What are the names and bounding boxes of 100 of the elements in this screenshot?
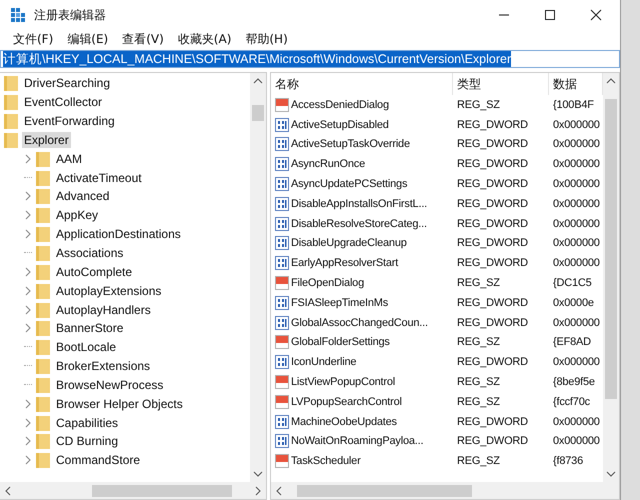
value-name[interactable]: TaskScheduler [291, 455, 361, 468]
value-name[interactable]: EarlyAppResolverStart [291, 257, 398, 270]
value-type: REG_DWORD [456, 416, 529, 428]
value-name[interactable]: GlobalFolderSettings [291, 336, 390, 348]
scrollbar[interactable] [603, 73, 619, 482]
binary-value-icon [275, 434, 289, 448]
horizontal-scrollbar[interactable] [271, 482, 619, 499]
value-data: {EF8AD [552, 336, 592, 348]
tree-item[interactable]: ApplicationDestinations [54, 226, 183, 242]
value-name[interactable]: AccessDeniedDialog [291, 98, 389, 111]
folder-icon [36, 376, 50, 393]
tree-item[interactable]: AAM [54, 150, 84, 167]
scroll-thumb[interactable] [92, 484, 232, 496]
tree-item[interactable]: BootLocale [54, 339, 118, 356]
address-field[interactable]: 计算机\HKEY_LOCAL_MACHINE\SOFTWARE\Microsoft\Windows\CurrentVersion\Explorer [0, 50, 620, 68]
value-name[interactable]: ListViewPopupControl [291, 376, 396, 388]
tree-item[interactable]: Explorer [22, 132, 71, 148]
close-icon[interactable] [590, 9, 602, 21]
value-name[interactable]: IconUnderline [291, 356, 356, 368]
string-value-icon [275, 394, 289, 409]
tree-item[interactable]: Browser Helper Objects [54, 396, 185, 412]
column-header[interactable]: 名称 [271, 73, 453, 95]
scroll-left-icon[interactable] [4, 486, 12, 496]
string-value-icon [275, 276, 289, 290]
menu-item[interactable]: 编辑(E) [67, 30, 108, 48]
expand-chevron-icon[interactable] [24, 266, 32, 277]
value-data: 0x000000 [552, 237, 601, 250]
menu-item[interactable]: 收藏夹(A) [178, 30, 232, 48]
expand-chevron-icon[interactable] [24, 154, 32, 164]
value-data: 0x000000 [552, 257, 601, 270]
expand-chevron-icon[interactable] [24, 304, 32, 315]
value-name[interactable]: MachineOobeUpdates [291, 416, 397, 428]
value-name[interactable]: NoWaitOnRoamingPayloa... [291, 435, 424, 448]
scrollbar[interactable] [250, 73, 266, 482]
scroll-thumb[interactable] [605, 99, 617, 399]
expand-chevron-icon[interactable] [24, 455, 32, 466]
value-data: {fccf70c [552, 396, 591, 408]
expand-chevron-icon[interactable] [24, 398, 32, 409]
expand-chevron-icon[interactable] [24, 191, 32, 202]
value-name[interactable]: AsyncUpdatePCSettings [291, 178, 408, 190]
tree-item[interactable]: EventForwarding [22, 113, 117, 130]
tree-item[interactable]: BannerStore [54, 320, 126, 336]
menu-item[interactable]: 文件(F) [13, 30, 54, 48]
expand-chevron-icon[interactable] [24, 286, 32, 296]
maximize-icon[interactable] [544, 9, 556, 21]
tree-item[interactable]: Capabilities [54, 414, 120, 431]
tree-item[interactable]: BrokerExtensions [54, 358, 152, 374]
value-name[interactable]: ActiveSetupDisabled [291, 118, 389, 131]
tree-item[interactable]: EventCollector [22, 94, 104, 110]
value-name[interactable]: DisableResolveStoreCateg... [291, 218, 427, 230]
scroll-thumb[interactable] [252, 105, 264, 121]
folder-icon [36, 245, 50, 262]
tree-item[interactable]: AutoComplete [54, 264, 134, 280]
expand-chevron-icon[interactable] [24, 210, 32, 220]
tree-item[interactable]: AppKey [54, 207, 100, 224]
expand-chevron-icon[interactable] [24, 436, 32, 446]
tree-item[interactable]: AutoplayHandlers [54, 302, 153, 318]
tree-item[interactable]: DriverSearching [22, 75, 112, 92]
scroll-down-icon[interactable] [253, 470, 263, 478]
value-type: REG_DWORD [456, 316, 529, 329]
scroll-down-icon[interactable] [606, 470, 616, 478]
tree-item[interactable]: CommandStore [54, 452, 142, 468]
value-name[interactable]: GlobalAssocChangedCoun... [291, 316, 428, 329]
expand-chevron-icon[interactable] [24, 323, 32, 334]
column-header[interactable]: 类型 [453, 73, 549, 95]
folder-icon [36, 282, 50, 299]
value-data: 0x000000 [552, 435, 601, 448]
scroll-right-icon[interactable] [254, 486, 262, 496]
folder-icon [36, 188, 50, 204]
value-name[interactable]: AsyncRunOnce [291, 158, 366, 170]
string-value-icon [275, 98, 289, 112]
tree-item[interactable]: Associations [54, 245, 126, 262]
binary-value-icon [275, 137, 289, 152]
scroll-up-icon[interactable] [253, 77, 263, 85]
binary-value-icon [275, 216, 289, 231]
horizontal-scrollbar[interactable] [0, 482, 266, 499]
value-name[interactable]: DisableAppInstallsOnFirstL... [291, 198, 428, 210]
expand-chevron-icon[interactable] [24, 418, 32, 428]
menu-item[interactable]: 帮助(H) [245, 30, 288, 48]
expand-chevron-icon[interactable] [24, 229, 32, 240]
value-data: {DC1C5 [552, 277, 593, 290]
value-type: REG_SZ [456, 376, 501, 388]
tree-item[interactable]: Advanced [54, 188, 112, 204]
value-name[interactable]: FSIASleepTimeInMs [291, 296, 388, 309]
scroll-left-icon[interactable] [275, 486, 283, 496]
tree-item[interactable]: AutoplayExtensions [54, 282, 164, 299]
value-type: REG_DWORD [456, 257, 529, 270]
folder-icon [4, 94, 18, 110]
value-name[interactable]: ActiveSetupTaskOverride [291, 138, 410, 150]
scroll-up-icon[interactable] [606, 77, 616, 85]
tree-item[interactable]: CD Burning [54, 433, 120, 450]
menu-item[interactable]: 查看(V) [122, 30, 164, 48]
folder-icon [36, 226, 50, 242]
value-name[interactable]: FileOpenDialog [291, 277, 364, 290]
binary-value-icon [275, 157, 289, 172]
value-name[interactable]: LVPopupSearchControl [291, 396, 402, 408]
value-name[interactable]: DisableUpgradeCleanup [291, 237, 407, 250]
tree-item[interactable]: BrowseNewProcess [54, 376, 166, 393]
scroll-thumb[interactable] [297, 484, 472, 496]
tree-item[interactable]: ActivateTimeout [54, 170, 144, 186]
